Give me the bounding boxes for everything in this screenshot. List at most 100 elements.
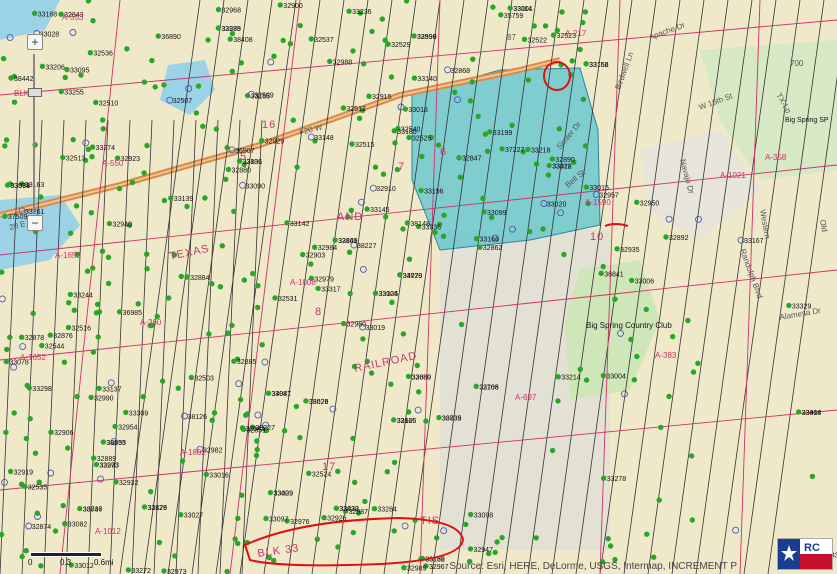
map-canvas[interactable]: 32828 32825 33136 33166 32809 32806 33004 33001… bbox=[0, 0, 837, 574]
well-point bbox=[525, 146, 531, 153]
well-id-label: 32989 bbox=[407, 566, 427, 573]
well-id-label: 35759 bbox=[504, 13, 524, 20]
well-point bbox=[280, 37, 286, 44]
well-point bbox=[419, 153, 425, 160]
well-id-label: 33082 bbox=[68, 522, 88, 529]
well-point bbox=[95, 334, 101, 340]
well-id-label: 32884 bbox=[190, 275, 210, 282]
well-id-label: 32954 bbox=[118, 424, 138, 431]
well-id-label: 32536 bbox=[93, 51, 113, 58]
well-point bbox=[411, 33, 417, 39]
well-point bbox=[73, 203, 80, 209]
well-point bbox=[469, 79, 475, 85]
well-point bbox=[297, 22, 303, 29]
well-point bbox=[30, 310, 36, 317]
well-point bbox=[494, 539, 500, 545]
plugged-well-symbol bbox=[107, 379, 115, 387]
well-id-label: 32900 bbox=[283, 3, 303, 10]
well-point bbox=[87, 50, 94, 56]
zoom-out-button[interactable]: − bbox=[27, 215, 43, 231]
well-point bbox=[628, 336, 634, 343]
well-point bbox=[287, 41, 294, 47]
well-id-label: 33180 bbox=[397, 129, 417, 136]
well-point bbox=[372, 164, 379, 170]
well-point bbox=[0, 55, 7, 62]
well-point bbox=[90, 18, 96, 24]
well-point bbox=[509, 122, 515, 129]
well-id-label: 32874 bbox=[32, 524, 52, 531]
well-point bbox=[113, 479, 119, 485]
annotation-underline bbox=[604, 223, 629, 227]
well-point bbox=[3, 429, 9, 435]
well-point bbox=[250, 270, 256, 277]
well-point bbox=[303, 398, 309, 404]
well-point bbox=[152, 84, 158, 90]
well-point bbox=[175, 385, 181, 391]
well-point bbox=[631, 377, 638, 383]
zoom-handle[interactable] bbox=[28, 88, 42, 97]
well-point bbox=[19, 553, 25, 560]
well-point bbox=[352, 479, 358, 485]
zoom-in-button[interactable]: + bbox=[27, 34, 43, 50]
well-point bbox=[141, 504, 148, 510]
well-point bbox=[27, 416, 33, 422]
well-point bbox=[333, 505, 339, 511]
country-club-label: Big Spring Country Club bbox=[586, 321, 672, 330]
well-point bbox=[580, 19, 586, 26]
well-point bbox=[188, 374, 195, 381]
abstract-label: A-1021 bbox=[720, 171, 746, 180]
well-point bbox=[475, 113, 481, 120]
well-point bbox=[144, 266, 150, 272]
well-point bbox=[434, 535, 440, 541]
well-id-label: 32960 bbox=[347, 322, 367, 329]
well-point bbox=[290, 117, 296, 123]
well-point bbox=[3, 137, 10, 143]
well-point bbox=[284, 220, 290, 226]
well-id-label: 38227 bbox=[357, 243, 377, 250]
well-point bbox=[507, 5, 513, 11]
well-points bbox=[0, 0, 832, 574]
well-point bbox=[144, 142, 150, 149]
well-point bbox=[332, 237, 338, 243]
well-point bbox=[224, 568, 230, 574]
well-point bbox=[644, 531, 650, 537]
well-point bbox=[607, 543, 614, 549]
well-id-label: 32531 bbox=[278, 296, 298, 303]
well-point bbox=[271, 53, 277, 59]
well-point bbox=[809, 473, 816, 480]
well-id-label: 32515 bbox=[355, 142, 375, 149]
well-point bbox=[349, 141, 355, 147]
well-point bbox=[487, 129, 493, 135]
well-point bbox=[161, 82, 167, 88]
well-point bbox=[229, 322, 235, 329]
well-point bbox=[70, 136, 76, 143]
zoom-control[interactable]: + − bbox=[26, 34, 43, 231]
well-point bbox=[225, 330, 231, 336]
well-id-label: 38126 bbox=[188, 414, 208, 421]
well-point bbox=[670, 333, 676, 340]
well-point bbox=[366, 93, 372, 99]
well-point bbox=[382, 37, 388, 43]
well-id-label: 33022 bbox=[339, 506, 359, 513]
well-id-label: 33012 bbox=[74, 563, 94, 570]
zoom-track[interactable] bbox=[33, 54, 35, 214]
well-id-label: 32982 bbox=[203, 447, 223, 454]
well-id-label: 33114 bbox=[513, 6, 532, 13]
well-point bbox=[141, 170, 147, 176]
well-point bbox=[166, 295, 172, 301]
well-point bbox=[473, 383, 479, 389]
well-point bbox=[203, 471, 209, 477]
well-point bbox=[361, 61, 367, 67]
abstract-label: A-697 bbox=[515, 393, 537, 402]
well-point bbox=[533, 161, 540, 167]
well-point bbox=[272, 295, 278, 301]
well-point bbox=[23, 435, 30, 442]
plugged-well-symbol bbox=[254, 411, 262, 419]
well-point bbox=[388, 74, 395, 80]
well-id-label: 32967 bbox=[429, 564, 449, 571]
well-id-label: 32990 bbox=[94, 395, 114, 402]
well-id-label: 33272 bbox=[131, 568, 151, 574]
well-point bbox=[379, 16, 385, 22]
section-label: 10 bbox=[590, 231, 604, 243]
well-point bbox=[340, 105, 347, 111]
